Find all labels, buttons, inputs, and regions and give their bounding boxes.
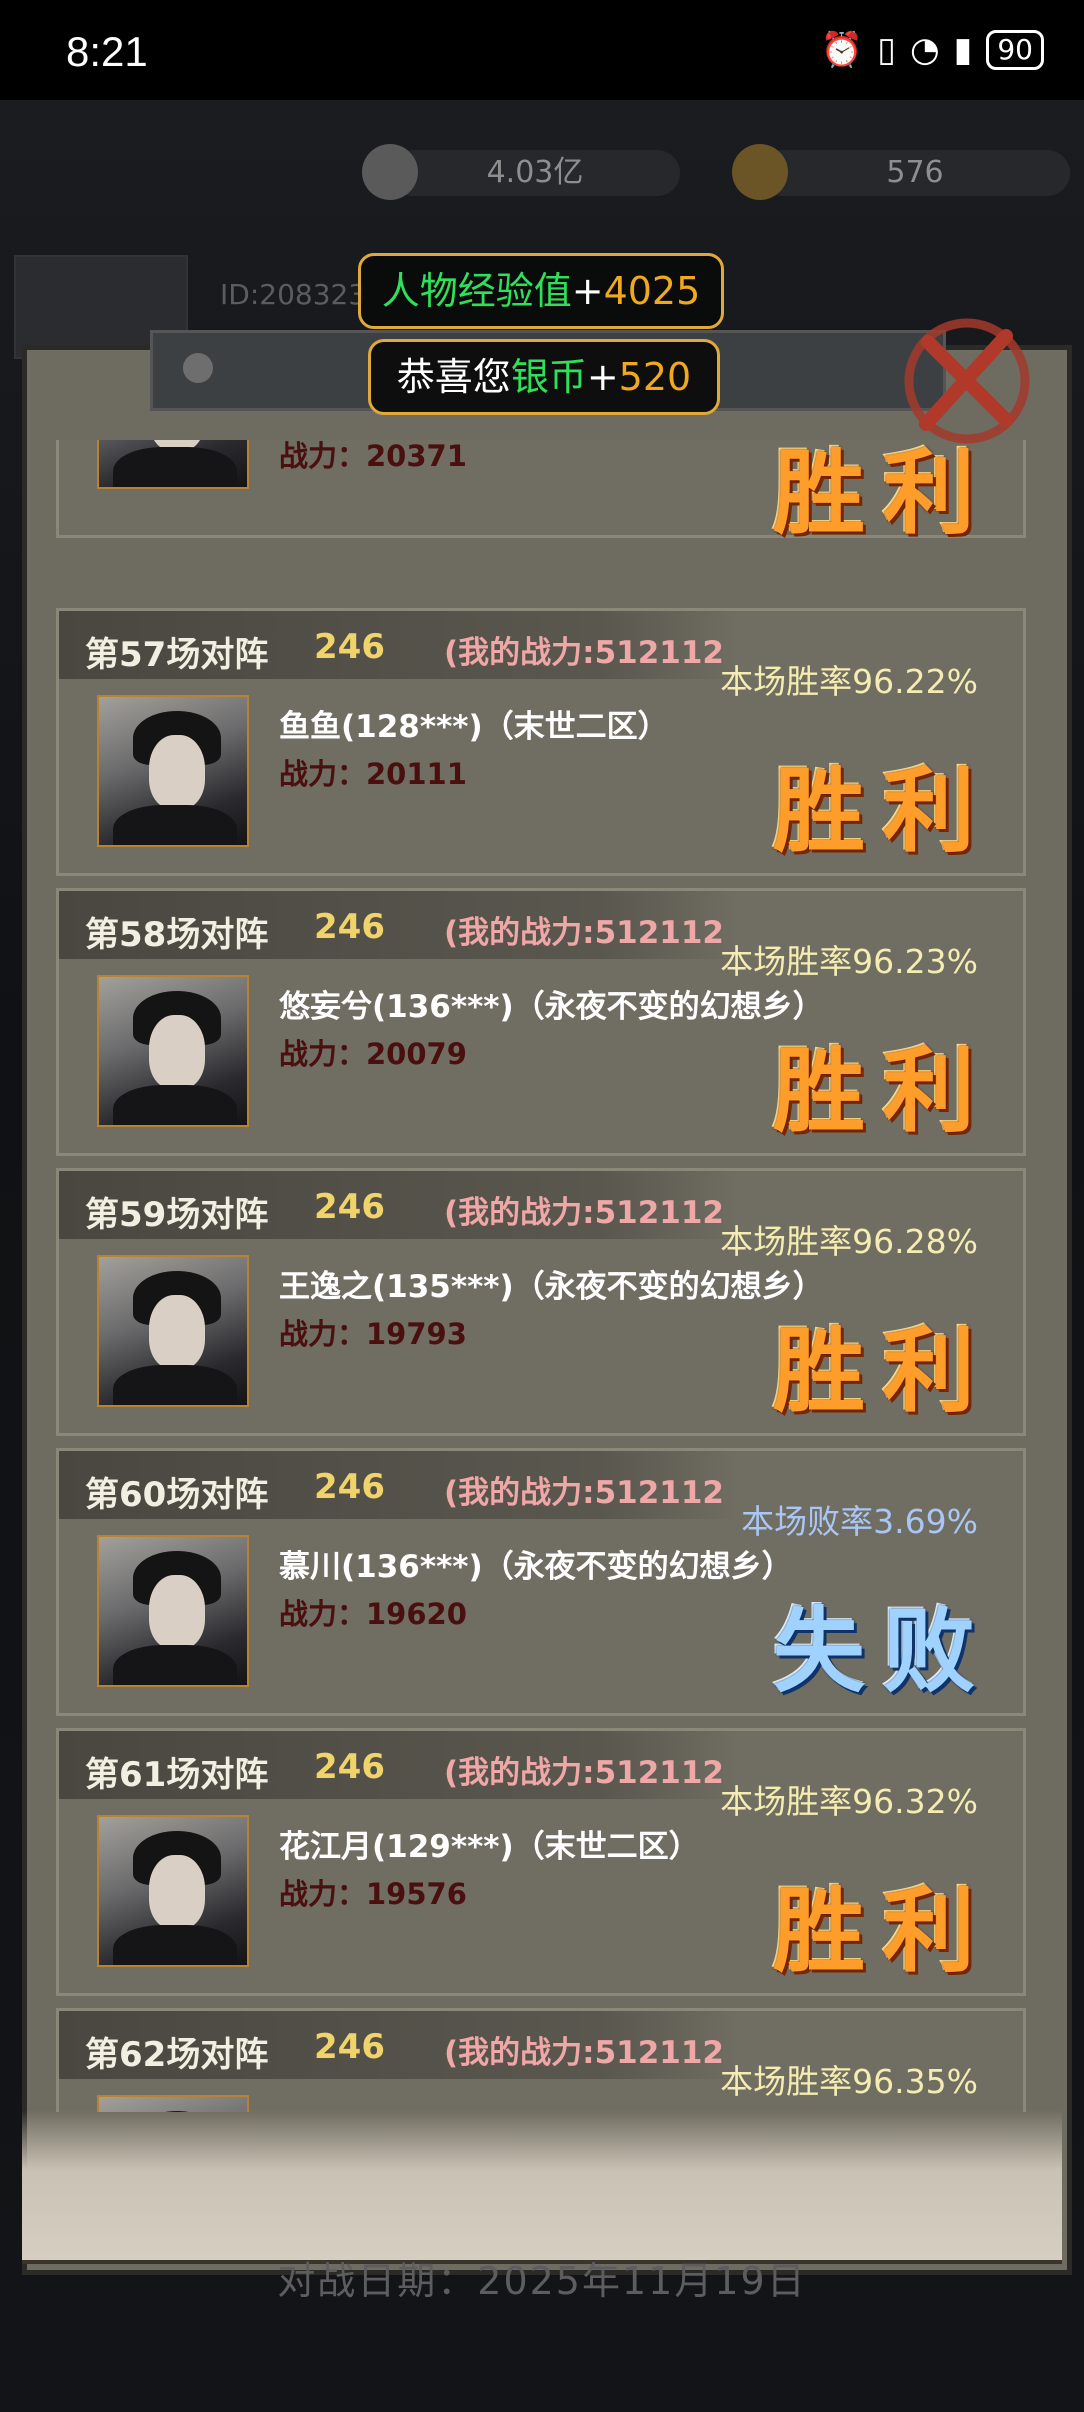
gold-counter: 576 bbox=[732, 144, 1070, 200]
exp-plus: + bbox=[571, 269, 604, 313]
opponent-name: 花江月(129***)（末世二区） bbox=[279, 1829, 700, 1865]
status-time: 8:21 bbox=[66, 28, 148, 75]
match-rate: 本场胜率96.22% bbox=[720, 662, 978, 701]
coin-plus: + bbox=[586, 355, 619, 399]
my-power: (我的战力:512112 bbox=[444, 2035, 724, 2071]
close-icon bbox=[904, 318, 1030, 444]
match-round: 第57场对阵 bbox=[85, 635, 269, 675]
match-rate: 本场胜率96.28% bbox=[720, 1222, 978, 1261]
match-result: 胜利 bbox=[772, 1317, 993, 1425]
match-rate: 本场胜率96.32% bbox=[720, 1782, 978, 1821]
exp-label: 人物经验值 bbox=[381, 269, 572, 313]
coin-prefix: 恭喜您 bbox=[396, 355, 511, 399]
opponent-name: 鱼鱼(128***)（末世二区） bbox=[279, 709, 669, 745]
opponent-power: 战力：20079 bbox=[279, 1037, 467, 1071]
match-result: 胜利 bbox=[772, 440, 993, 547]
opponent-name: 王逸之(135***)（永夜不变的幻想乡） bbox=[279, 1269, 824, 1305]
my-power: (我的战力:512112 bbox=[444, 1475, 724, 1511]
opponent-power: 战力：19620 bbox=[279, 1597, 467, 1631]
close-button[interactable] bbox=[898, 312, 1036, 450]
avatar-face bbox=[149, 1575, 205, 1649]
battle-record-list[interactable]: 海王7947199(136***)（永夜不变的幻想乡）战力：20371胜利第57… bbox=[56, 440, 1028, 2112]
match-round: 第60场对阵 bbox=[85, 1475, 269, 1515]
opponent-avatar bbox=[97, 1535, 249, 1687]
match-card: 第59场对阵 246 (我的战力:512112 本场胜率96.28% 王逸之(135**… bbox=[56, 1168, 1026, 1436]
avatar-body bbox=[113, 447, 237, 487]
opponent-avatar bbox=[97, 1255, 249, 1407]
match-round: 第58场对阵 bbox=[85, 915, 269, 955]
avatar-face bbox=[149, 1295, 205, 1369]
gold-ingot-icon bbox=[732, 144, 788, 200]
silver-amount: 4.03亿 bbox=[486, 155, 584, 190]
match-round: 第61场对阵 bbox=[85, 1755, 269, 1795]
avatar-body bbox=[113, 1365, 237, 1405]
avatar-body bbox=[113, 805, 237, 845]
match-rate: 本场胜率96.23% bbox=[720, 942, 978, 981]
avatar-body bbox=[113, 1085, 237, 1125]
coin-currency: 银币 bbox=[510, 355, 587, 399]
signal-icon: ▮ bbox=[953, 30, 973, 70]
avatar-body bbox=[113, 1645, 237, 1685]
match-count: 246 bbox=[314, 907, 385, 947]
opponent-power: 战力：20371 bbox=[279, 440, 467, 473]
exp-toast: 人物经验值+4025 bbox=[358, 253, 724, 329]
opponent-name: 慕川(136***)（永夜不变的幻想乡） bbox=[279, 1549, 793, 1585]
match-count: 246 bbox=[314, 627, 385, 667]
alarm-icon: ⏰ bbox=[820, 30, 864, 70]
my-power: (我的战力:512112 bbox=[444, 1195, 724, 1231]
avatar-body bbox=[113, 1925, 237, 1965]
my-power: (我的战力:512112 bbox=[444, 635, 724, 671]
match-round: 第59场对阵 bbox=[85, 1195, 269, 1235]
opponent-power: 战力：19793 bbox=[279, 1317, 467, 1351]
match-result: 胜利 bbox=[772, 1037, 993, 1145]
avatar-face bbox=[149, 1855, 205, 1929]
battery-indicator: 90 bbox=[986, 30, 1044, 70]
wifi-icon: ◔ bbox=[909, 30, 940, 70]
opponent-name: 悠妄兮(136***)（永夜不变的幻想乡） bbox=[279, 989, 824, 1025]
match-round: 第62场对阵 bbox=[85, 2035, 269, 2075]
match-rate: 本场胜率96.35% bbox=[720, 2062, 978, 2101]
my-power: (我的战力:512112 bbox=[444, 1755, 724, 1791]
gold-amount: 576 bbox=[886, 155, 944, 190]
my-power: (我的战力:512112 bbox=[444, 915, 724, 951]
opponent-avatar bbox=[97, 975, 249, 1127]
match-result: 失败 bbox=[772, 1597, 993, 1705]
match-result: 胜利 bbox=[772, 1877, 993, 1985]
silver-counter: 4.03亿 bbox=[362, 144, 680, 200]
match-rate: 本场败率3.69% bbox=[741, 1502, 978, 1541]
match-count: 246 bbox=[314, 1187, 385, 1227]
match-result: 胜利 bbox=[772, 757, 993, 865]
coin-toast: 恭喜您银币+520 bbox=[368, 339, 720, 415]
match-count: 246 bbox=[314, 1467, 385, 1507]
coin-value: 520 bbox=[618, 355, 692, 399]
battle-date: 对战日期：2025年11月19日 bbox=[277, 2259, 807, 2303]
opponent-avatar bbox=[97, 440, 249, 489]
silver-coin-icon bbox=[362, 144, 418, 200]
opponent-avatar bbox=[97, 1815, 249, 1967]
match-card: 第61场对阵 246 (我的战力:512112 本场胜率96.32% 花江月(129**… bbox=[56, 1728, 1026, 1996]
match-count: 246 bbox=[314, 1747, 385, 1787]
panel-pin-icon bbox=[183, 353, 213, 383]
match-card: 第57场对阵 246 (我的战力:512112 本场胜率96.22% 鱼鱼(128***… bbox=[56, 608, 1026, 876]
match-card: 第60场对阵 246 (我的战力:512112 本场败率3.69% 慕川(136***)… bbox=[56, 1448, 1026, 1716]
match-card: 海王7947199(136***)（永夜不变的幻想乡）战力：20371胜利 bbox=[56, 440, 1026, 547]
vibrate-icon: ▯ bbox=[877, 30, 896, 70]
status-bar: 8:21 ⏰ ▯ ◔ ▮ 90 bbox=[0, 0, 1084, 100]
match-card: 第62场对阵 246 (我的战力:512112 本场胜率96.35% bbox=[56, 2008, 1026, 2112]
opponent-power: 战力：19576 bbox=[279, 1877, 467, 1911]
opponent-avatar bbox=[97, 695, 249, 847]
avatar-face bbox=[149, 735, 205, 809]
resource-bar: 4.03亿 576 bbox=[0, 140, 1084, 200]
match-card: 第58场对阵 246 (我的战力:512112 本场胜率96.23% 悠妄兮(136**… bbox=[56, 888, 1026, 1156]
status-icons: ⏰ ▯ ◔ ▮ 90 bbox=[821, 30, 1044, 70]
exp-value: 4025 bbox=[603, 269, 701, 313]
panel-bottom-fade bbox=[22, 2110, 1062, 2264]
avatar-face bbox=[149, 1015, 205, 1089]
player-id: ID:208323 bbox=[220, 278, 367, 311]
match-count: 246 bbox=[314, 2027, 385, 2067]
opponent-power: 战力：20111 bbox=[279, 757, 467, 791]
